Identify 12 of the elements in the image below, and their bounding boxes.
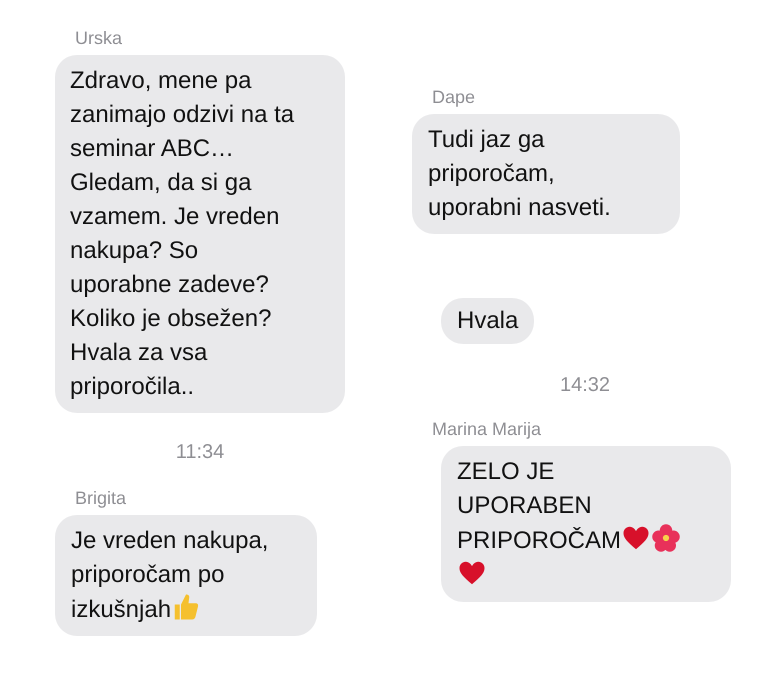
sender-name: Brigita (75, 488, 126, 509)
message-bubble: ZELO JE UPORABEN PRIPOROČAM (441, 446, 731, 602)
sender-name: Urska (75, 28, 122, 49)
sender-name: Marina Marija (432, 419, 542, 440)
message-bubble: Hvala (441, 298, 534, 344)
timestamp: 11:34 (176, 441, 224, 464)
flower-icon (651, 523, 682, 553)
message-bubble: Je vreden nakupa, priporočam po izkušnjah (55, 515, 317, 636)
message-bubble: Zdravo, mene pa zanimajo odzivi na ta seminar ABC… Gledam, da si ga vzamem. Je vreden nakupa? So uporabne zadeve? Koliko je obsežen? Hvala za vsa priporočila.. (55, 55, 345, 413)
timestamp: 14:32 (560, 374, 610, 397)
message-bubble: Tudi jaz ga priporočam, uporabni nasveti. (412, 114, 680, 234)
sender-name: Dape (432, 87, 476, 108)
